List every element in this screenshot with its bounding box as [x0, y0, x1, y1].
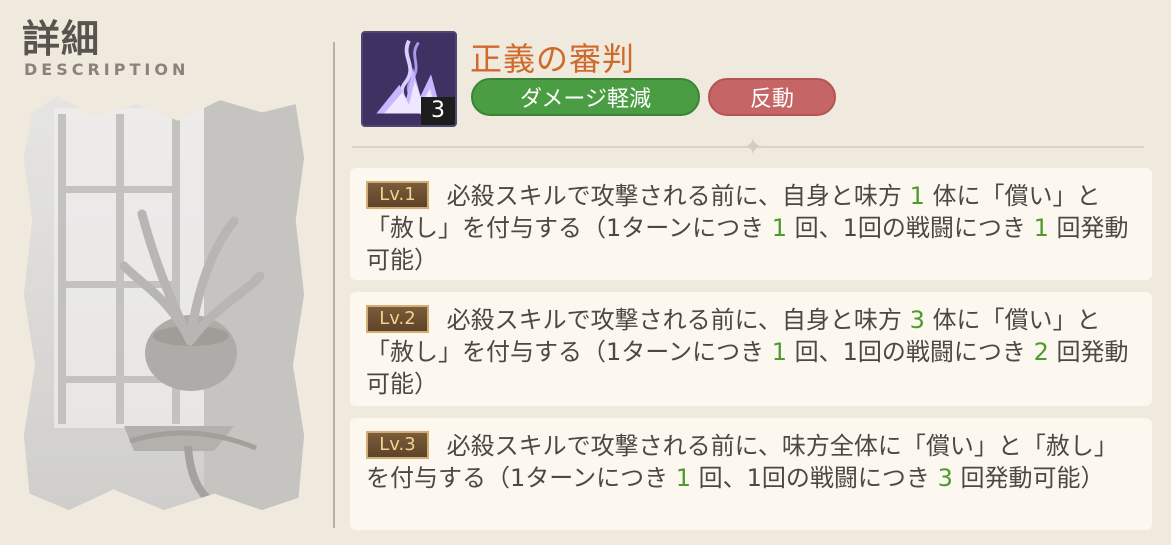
- tag-damage-reduction: ダメージ軽減: [471, 78, 700, 116]
- highlight-number: 1: [771, 214, 787, 242]
- left-panel: 詳細 DESCRIPTION: [0, 0, 330, 545]
- skill-icon-level: 3: [421, 97, 455, 125]
- highlight-number: 1: [909, 182, 925, 210]
- highlight-number: 2: [1033, 338, 1049, 366]
- level-text-segment: 必殺スキルで攻撃される前に、自身と味方: [446, 306, 902, 334]
- level-badge-lv1: Lv.1: [366, 181, 429, 209]
- page-title: 詳細: [22, 17, 101, 61]
- skill-icon: 3: [361, 31, 457, 127]
- level-description-lv2: Lv.2 必殺スキルで攻撃される前に、自身と味方 3 体に「償い」と「赦し」を付…: [366, 304, 1136, 400]
- level-badge-lv2: Lv.2: [366, 305, 429, 333]
- level-text-segment: 必殺スキルで攻撃される前に、自身と味方: [446, 182, 902, 210]
- level-text-segment: 回、1回の戦闘につき: [698, 464, 930, 492]
- skill-name: 正義の審判: [470, 40, 636, 78]
- vertical-divider: [333, 42, 335, 528]
- highlight-number: 3: [937, 464, 953, 492]
- level-card-lv2: Lv.2 必殺スキルで攻撃される前に、自身と味方 3 体に「償い」と「赦し」を付…: [350, 292, 1152, 406]
- level-text-segment: 回、1回の戦闘につき: [794, 214, 1026, 242]
- page-subtitle: DESCRIPTION: [24, 60, 190, 79]
- highlight-number: 3: [909, 306, 925, 334]
- level-text-segment: 回発動可能）: [960, 464, 1105, 492]
- level-badge-lv3: Lv.3: [366, 431, 429, 459]
- highlight-number: 1: [771, 338, 787, 366]
- highlight-number: 1: [1033, 214, 1049, 242]
- level-card-lv1: Lv.1 必殺スキルで攻撃される前に、自身と味方 1 体に「償い」と「赦し」を付…: [350, 168, 1152, 280]
- window-plant-illustration: [24, 96, 304, 510]
- skill-tags: ダメージ軽減 反動: [471, 78, 836, 116]
- tag-recoil: 反動: [708, 78, 836, 116]
- level-description-lv3: Lv.3 必殺スキルで攻撃される前に、味方全体に「償い」と「赦し」を付与する（1…: [366, 430, 1136, 494]
- level-description-lv1: Lv.1 必殺スキルで攻撃される前に、自身と味方 1 体に「償い」と「赦し」を付…: [366, 180, 1136, 276]
- level-text-segment: 回、1回の戦闘につき: [794, 338, 1026, 366]
- highlight-number: 1: [675, 464, 691, 492]
- level-card-lv3: Lv.3 必殺スキルで攻撃される前に、味方全体に「償い」と「赦し」を付与する（1…: [350, 418, 1152, 530]
- sparkle-divider-icon: ✦: [742, 133, 764, 161]
